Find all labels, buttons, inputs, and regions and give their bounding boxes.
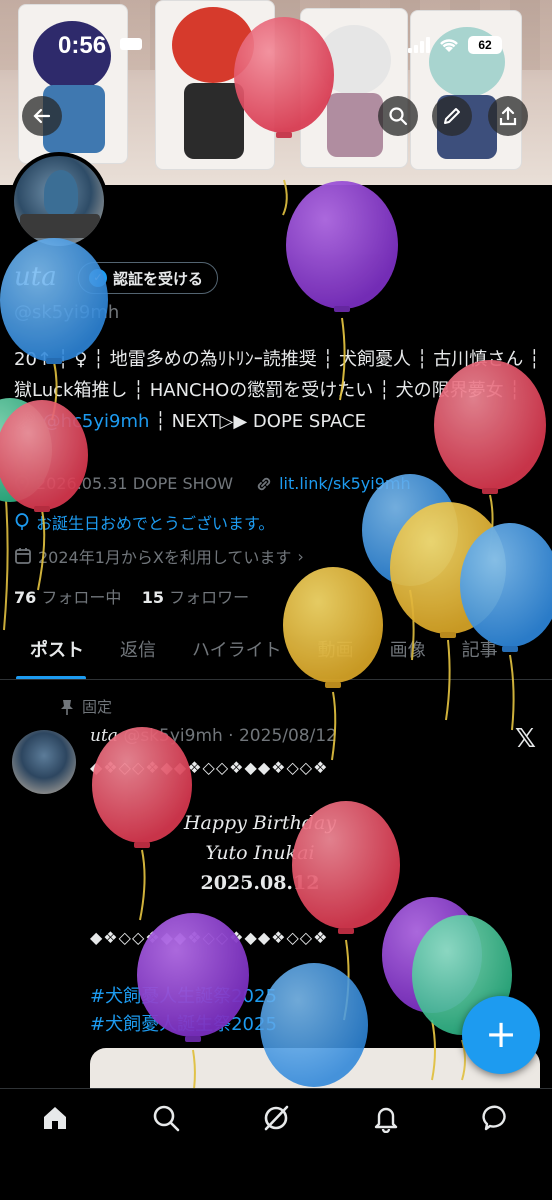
followers-count: 15 bbox=[141, 588, 164, 607]
avatar-figure bbox=[44, 170, 78, 216]
bio-text-2: ┆ NEXT▷▶ DOPE SPACE bbox=[149, 411, 366, 432]
post-author-avatar[interactable] bbox=[12, 730, 76, 794]
nav-explore[interactable] bbox=[141, 1103, 191, 1153]
battery-icon: 62 bbox=[468, 36, 502, 54]
post-line-happy-birthday: Happy Birthday bbox=[183, 812, 337, 834]
tab-videos[interactable]: 動画 bbox=[300, 624, 372, 679]
avatar-bags bbox=[20, 214, 100, 238]
status-time: 0:56 bbox=[58, 32, 107, 59]
post-line-date: 2025.08.12 bbox=[200, 872, 320, 894]
following-count: 76 bbox=[14, 588, 37, 607]
profile-website-link[interactable]: lit.link/sk5yi9mh bbox=[279, 474, 411, 493]
pinned-indicator: 固定 bbox=[60, 696, 112, 717]
profile-bio: 20↑ ┆ ♀ ┆ 地雷多めの為ﾘﾄﾘﾝｰ読推奨 ┆ 犬飼憂人 ┆ 古川慎さん … bbox=[14, 344, 540, 437]
message-icon bbox=[482, 1105, 506, 1131]
banner-standee-2 bbox=[155, 0, 275, 170]
follow-stats: 76 フォロー中 15 フォロワー bbox=[14, 584, 249, 608]
search-icon bbox=[389, 107, 408, 126]
post-header: uta @sk5yi9mh · 2025/08/12 bbox=[90, 726, 337, 746]
profile-birthday: お誕生日おめでとうございます。 bbox=[36, 514, 275, 533]
home-icon bbox=[44, 1107, 67, 1129]
balloon-icon bbox=[15, 513, 29, 530]
profile-location-row: 2026.05.31 DOPE SHOW lit.link/sk5yi9mh bbox=[14, 474, 411, 493]
post-hashtag-2[interactable]: #犬飼憂人誕生祭2025 bbox=[90, 1010, 277, 1036]
x-logo-icon: 𝕏 bbox=[515, 724, 536, 754]
search-icon bbox=[153, 1105, 179, 1132]
chevron-right-icon: › bbox=[297, 546, 304, 566]
arrow-left-icon bbox=[33, 108, 51, 124]
share-icon bbox=[499, 106, 517, 126]
post-line-name: Yuto Inukai bbox=[205, 842, 315, 864]
status-icons: 62 bbox=[408, 36, 502, 54]
get-verified-label: 認証を受ける bbox=[113, 269, 204, 288]
signal-icon bbox=[408, 37, 430, 53]
edit-button[interactable] bbox=[432, 96, 472, 136]
profile-birthday-row: お誕生日おめでとうございます。 bbox=[14, 510, 274, 534]
bio-mention-link[interactable]: @hc5yi9mh bbox=[43, 411, 150, 432]
search-button[interactable] bbox=[378, 96, 418, 136]
nav-notifications[interactable] bbox=[361, 1103, 411, 1153]
tab-highlights[interactable]: ハイライト bbox=[174, 624, 300, 679]
location-pin-icon bbox=[15, 474, 29, 493]
post-deco-bottom: ◆❖◇◇❖◆◆❖◇◇❖◆◆❖◇◇❖ bbox=[90, 928, 329, 947]
profile-joined-row[interactable]: 2024年1月からXを利用しています › bbox=[14, 544, 304, 568]
following-label: フォロー中 bbox=[41, 588, 122, 607]
pencil-icon bbox=[444, 108, 460, 124]
nav-home[interactable] bbox=[30, 1103, 80, 1153]
tab-replies[interactable]: 返信 bbox=[102, 624, 174, 679]
followers-link[interactable]: 15 フォロワー bbox=[142, 588, 249, 607]
tab-articles[interactable]: 記事 bbox=[444, 624, 516, 679]
profile-tabs: ポスト 返信 ハイライト 動画 画像 記事 bbox=[0, 624, 552, 680]
nav-grok[interactable] bbox=[251, 1103, 301, 1153]
profile-handle: @sk5yi9mh bbox=[14, 302, 120, 323]
post-hashtag-1[interactable]: #犬飼憂人生誕祭2025 bbox=[90, 982, 277, 1008]
focus-icon bbox=[120, 38, 142, 50]
balloon-yellow-1 bbox=[390, 502, 506, 721]
profile-joined: 2024年1月からXを利用しています bbox=[38, 548, 292, 567]
calendar-icon bbox=[15, 548, 31, 564]
profile-display-name: uta bbox=[14, 262, 57, 292]
tab-images[interactable]: 画像 bbox=[372, 624, 444, 679]
status-bar: 0:56 62 bbox=[0, 28, 552, 68]
post-handle-date: @sk5yi9mh · 2025/08/12 bbox=[123, 726, 337, 746]
link-icon bbox=[257, 477, 271, 490]
bell-icon bbox=[375, 1107, 398, 1133]
back-button[interactable] bbox=[22, 96, 62, 136]
profile-location: 2026.05.31 DOPE SHOW bbox=[36, 474, 234, 493]
bottom-navigation bbox=[0, 1088, 552, 1200]
profile-avatar[interactable] bbox=[10, 152, 108, 250]
following-link[interactable]: 76 フォロー中 bbox=[14, 588, 121, 607]
compose-post-button[interactable]: + bbox=[462, 996, 540, 1074]
post-author-name[interactable]: uta bbox=[90, 726, 118, 746]
tab-posts[interactable]: ポスト bbox=[0, 624, 102, 679]
nav-messages[interactable] bbox=[472, 1103, 522, 1153]
wifi-icon bbox=[440, 39, 458, 52]
post-deco-top: ◆❖◇◇❖◆◆❖◇◇❖◆◆❖◇◇❖ bbox=[90, 758, 329, 777]
grok-icon bbox=[264, 1105, 289, 1131]
verified-badge-icon: ✓ bbox=[89, 269, 107, 287]
pinned-label: 固定 bbox=[82, 698, 113, 716]
get-verified-button[interactable]: ✓ 認証を受ける bbox=[78, 262, 219, 294]
pin-icon bbox=[61, 699, 73, 715]
share-button[interactable] bbox=[488, 96, 528, 136]
followers-label: フォロワー bbox=[169, 588, 250, 607]
